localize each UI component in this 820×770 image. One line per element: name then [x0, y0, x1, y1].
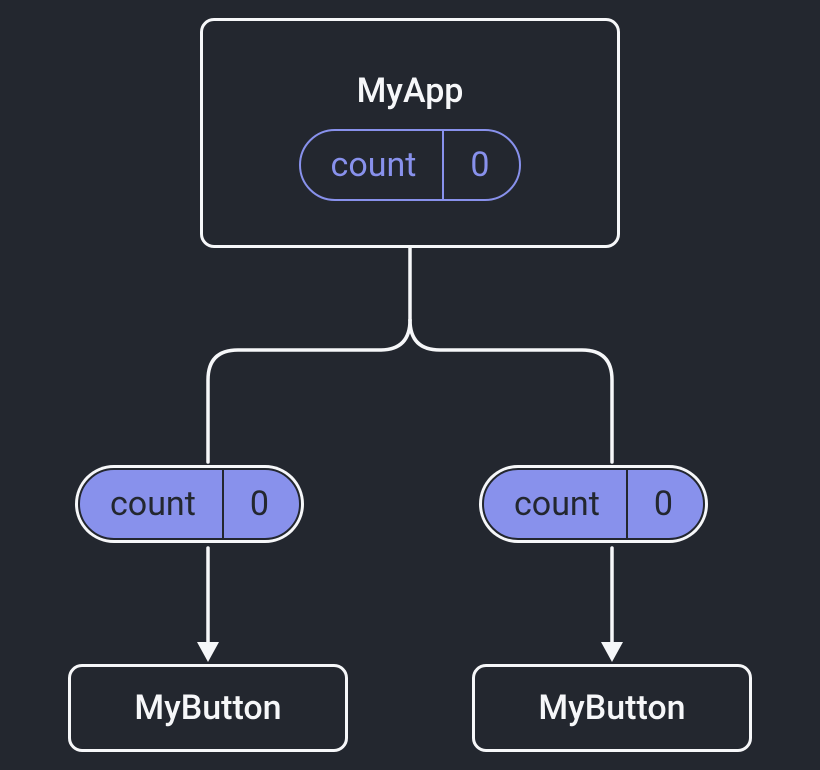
prop-value: 0: [224, 470, 299, 538]
root-state-pill: count 0: [299, 129, 522, 201]
child-component-card: MyButton: [68, 664, 348, 752]
root-component-card: MyApp count 0: [200, 18, 620, 248]
state-value: 0: [444, 131, 519, 199]
state-label: count: [301, 131, 445, 199]
prop-pill-left: count 0: [78, 468, 301, 540]
prop-label: count: [80, 470, 224, 538]
child-component-title: MyButton: [134, 688, 281, 728]
prop-label: count: [484, 470, 628, 538]
child-component-title: MyButton: [538, 688, 685, 728]
prop-pill-right: count 0: [482, 468, 705, 540]
root-component-title: MyApp: [357, 71, 464, 111]
arrowheads: [197, 642, 623, 662]
child-component-card: MyButton: [472, 664, 752, 752]
prop-value: 0: [628, 470, 703, 538]
